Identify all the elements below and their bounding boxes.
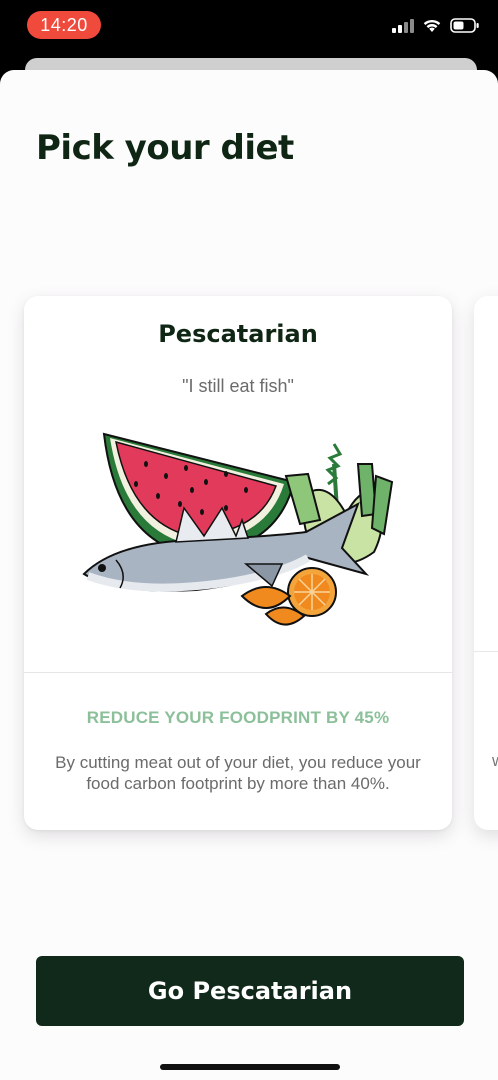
pescatarian-illustration: [82, 432, 394, 626]
card-description: By cutting meat out of your diet, you re…: [55, 753, 421, 793]
app-screen: 14:20 Pick your diet Pescatarian "I stil…: [0, 0, 498, 1080]
status-icons: [392, 18, 480, 33]
status-time: 14:20: [27, 11, 101, 39]
card-divider: [24, 672, 452, 673]
status-bar: 14:20: [0, 0, 498, 56]
reduce-footprint-label: REDUCE YOUR FOODPRINT BY 45%: [86, 708, 390, 727]
card-title: Pescatarian: [158, 320, 318, 348]
diet-card-pescatarian[interactable]: Pescatarian "I still eat fish" REDUCE YO…: [24, 296, 452, 830]
next-card-text-fragment: w: [492, 751, 498, 770]
next-diet-card[interactable]: w: [474, 296, 498, 830]
home-indicator[interactable]: [160, 1064, 340, 1070]
wifi-icon: [423, 19, 441, 32]
cellular-signal-icon: [392, 18, 414, 33]
diet-picker-sheet: Pick your diet Pescatarian "I still eat …: [0, 70, 498, 1080]
card-divider: [474, 651, 498, 652]
page-title: Pick your diet: [36, 128, 294, 168]
battery-icon: [450, 18, 479, 33]
card-subtitle: "I still eat fish": [182, 376, 294, 396]
go-pescatarian-button[interactable]: Go Pescatarian: [36, 956, 464, 1026]
